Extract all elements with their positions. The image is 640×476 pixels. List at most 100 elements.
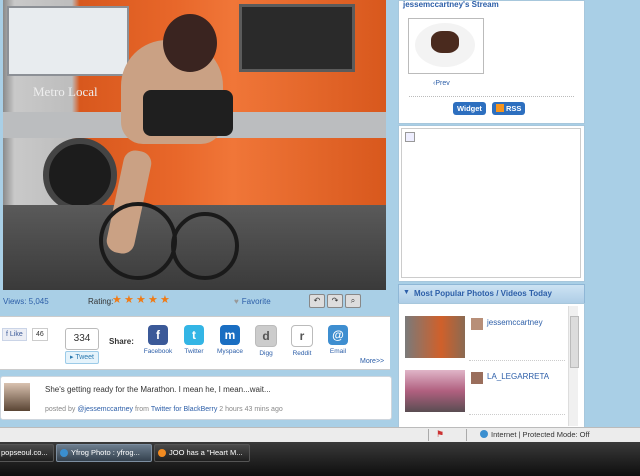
share-twitter-button[interactable]: t Twitter <box>176 325 212 355</box>
share-digg-button[interactable]: d Digg <box>248 325 284 357</box>
ad-box <box>398 125 585 282</box>
email-icon: @ <box>328 325 348 345</box>
scrollbar-thumb[interactable] <box>570 316 579 368</box>
facebook-like-count: 46 <box>32 328 48 341</box>
share-label: Share: <box>109 337 134 346</box>
stream-panel: jessemccartney's Stream ‹Prev Widget RSS <box>398 0 585 124</box>
security-zone[interactable]: Internet | Protected Mode: Off <box>480 430 590 439</box>
rating-stars[interactable]: ★ ★ ★ ★ ★ <box>112 295 172 306</box>
star-icon[interactable]: ★ <box>148 295 158 306</box>
list-item[interactable]: LA_LEGARRETA <box>405 370 565 416</box>
heart-icon: ♥ <box>234 297 239 306</box>
share-item-label: Email <box>329 348 347 355</box>
divider <box>469 414 565 415</box>
share-arrow-icon[interactable]: ↷ <box>327 294 343 308</box>
rating-label: Rating: <box>88 297 114 306</box>
taskbar-item[interactable]: JOO has a "Heart M... <box>154 444 250 462</box>
favorite-label: Favorite <box>241 297 271 306</box>
photo-rider-top <box>143 90 233 136</box>
photo-bike-wheel <box>171 212 239 280</box>
share-box: f Like 46 334 ▸ Tweet Share: f Facebook t T… <box>0 316 390 370</box>
avatar[interactable] <box>471 318 483 330</box>
share-item-label: Twitter <box>184 348 204 355</box>
from-label: from <box>135 406 149 413</box>
photo-rider-hair <box>163 14 217 72</box>
zoom-icon[interactable]: ⌕ <box>345 294 361 308</box>
list-item[interactable]: jessemccartney <box>405 316 565 362</box>
taskbar-item-label: Yfrog Photo : yfrog... <box>71 448 140 457</box>
popular-user[interactable]: jessemccartney <box>487 318 543 327</box>
taskbar-item-label: popseoul.co... <box>1 448 48 457</box>
star-icon[interactable]: ★ <box>112 295 122 306</box>
popular-title: Most Popular Photos / Videos Today <box>414 289 552 298</box>
scrollbar[interactable] <box>568 306 579 426</box>
share-reddit-button[interactable]: r Reddit <box>284 325 320 357</box>
facebook-like-label: Like <box>9 331 23 338</box>
prev-link[interactable]: ‹Prev <box>433 80 450 87</box>
stream-divider <box>409 96 574 97</box>
popular-thumbnail[interactable] <box>405 370 465 412</box>
comment-meta: posted by @jessemccartney from Twitter f… <box>45 406 283 413</box>
comment-text: She's getting ready for the Marathon. I … <box>45 385 271 394</box>
broken-image-icon <box>405 132 415 142</box>
security-icon[interactable]: ⚑ <box>436 429 448 441</box>
popular-thumbnail[interactable] <box>405 316 465 358</box>
views-count: Views: 5,045 <box>3 297 49 306</box>
digg-icon: d <box>255 325 277 347</box>
widget-button[interactable]: Widget <box>453 102 486 115</box>
share-item-label: Myspace <box>216 348 243 355</box>
taskbar-item[interactable]: popseoul.co... <box>0 444 54 462</box>
photo-bus-window-dark <box>239 4 355 72</box>
myspace-icon: m <box>220 325 240 345</box>
star-icon[interactable]: ★ <box>160 295 170 306</box>
divider <box>469 360 565 361</box>
taskbar-item[interactable]: Yfrog Photo : yfrog... <box>56 444 152 462</box>
reddit-icon: r <box>291 325 313 347</box>
popular-header[interactable]: ▼ Most Popular Photos / Videos Today <box>398 284 585 304</box>
firefox-icon <box>158 449 166 457</box>
share-item-label: Facebook <box>143 348 173 355</box>
share-myspace-button[interactable]: m Myspace <box>212 325 248 355</box>
photo-bike-wheel <box>99 202 177 280</box>
avatar[interactable] <box>471 372 483 384</box>
stream-thumbnail[interactable] <box>408 18 484 74</box>
comment-box: She's getting ready for the Marathon. I … <box>0 376 392 420</box>
tweet-button[interactable]: ▸ Tweet <box>65 351 99 364</box>
comment-user-link[interactable]: @jessemccartney <box>77 406 133 413</box>
photo-bus-wheel <box>43 138 117 212</box>
star-icon[interactable]: ★ <box>136 295 146 306</box>
taskbar-item-label: JOO has a "Heart M... <box>169 448 243 457</box>
stream-title[interactable]: jessemccartney's Stream <box>403 0 499 9</box>
star-icon[interactable]: ★ <box>124 295 134 306</box>
status-separator <box>428 429 429 441</box>
comment-time: 2 hours 43 mins ago <box>219 406 283 413</box>
facebook-icon: f <box>148 325 168 345</box>
prev-label: Prev <box>435 80 450 87</box>
browser-icon <box>60 449 68 457</box>
comment-client-link[interactable]: Twitter for BlackBerry <box>151 406 218 413</box>
chevron-down-icon: ▼ <box>403 289 410 296</box>
ad-frame[interactable] <box>401 128 581 278</box>
posted-by-label: posted by <box>45 406 76 413</box>
share-email-button[interactable]: @ Email <box>320 325 356 355</box>
favorite-link[interactable]: ♥ Favorite <box>234 297 271 306</box>
popular-list: jessemccartney LA_LEGARRETA <box>398 303 585 428</box>
rss-button[interactable]: RSS <box>492 102 526 115</box>
avatar[interactable] <box>4 383 30 411</box>
share-item-label: Reddit <box>292 350 312 357</box>
rss-label: RSS <box>506 104 522 113</box>
tweet-button-label: Tweet <box>75 354 95 361</box>
stream-thumbnail-dish <box>431 31 459 53</box>
share-item-label: Digg <box>259 350 273 357</box>
status-separator <box>466 429 467 441</box>
reply-icon[interactable]: ↶ <box>309 294 325 308</box>
facebook-like-button[interactable]: f Like <box>2 328 27 341</box>
popular-user[interactable]: LA_LEGARRETA <box>487 372 549 381</box>
status-bar: ⚑ Internet | Protected Mode: Off <box>0 427 640 442</box>
taskbar: popseoul.co... Yfrog Photo : yfrog... JO… <box>0 442 640 476</box>
main-photo[interactable]: Metro Local <box>3 0 386 290</box>
photo-bus-window <box>7 6 129 76</box>
rss-icon <box>496 104 504 112</box>
more-link[interactable]: More>> <box>360 358 384 365</box>
share-facebook-button[interactable]: f Facebook <box>140 325 176 355</box>
